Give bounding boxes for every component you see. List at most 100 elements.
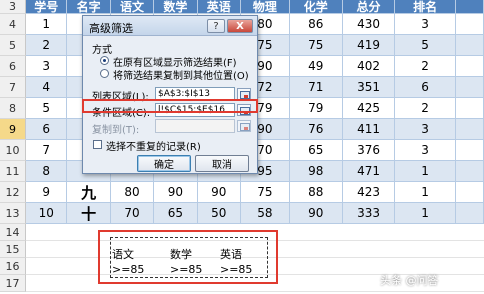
table-cell[interactable]: 3 [395,119,456,140]
table-cell[interactable]: 76 [289,119,343,140]
table-cell[interactable]: 1 [395,161,456,182]
criteria-value-math[interactable]: >=85 [170,263,202,276]
table-cell[interactable]: 十 [67,203,111,224]
radio-in-place[interactable] [100,56,109,65]
table-cell[interactable]: 2 [395,56,456,77]
row-header[interactable]: 17 [0,275,26,292]
column-header[interactable]: 总分 [342,0,396,14]
table-cell[interactable]: 86 [289,14,343,35]
row-header[interactable]: 10 [0,140,26,161]
table-cell[interactable]: 2 [26,35,68,56]
table-cell[interactable]: 75 [240,182,290,203]
column-header[interactable]: 名字 [67,0,111,14]
row-number: 8 [9,101,16,115]
table-cell[interactable]: 4 [26,77,68,98]
table-cell[interactable]: 90 [197,182,241,203]
column-header[interactable]: 语文 [110,0,155,14]
table-cell[interactable]: 402 [342,56,396,77]
table-cell[interactable]: 333 [342,203,396,224]
table-cell[interactable]: 1 [395,182,456,203]
row-header[interactable]: 16 [0,258,26,275]
row-header[interactable]: 9 [0,119,26,140]
row-number: 12 [5,185,20,199]
table-cell[interactable]: 471 [342,161,396,182]
table-cell[interactable]: 65 [154,203,198,224]
table-cell[interactable]: 425 [342,98,396,119]
column-header[interactable]: 学号 [26,0,68,14]
copy-to-input[interactable] [155,119,235,133]
table-cell[interactable]: 79 [289,98,343,119]
table-cell[interactable]: 1 [395,203,456,224]
row-header[interactable]: 13 [0,203,26,224]
row-header[interactable]: 5 [0,35,26,56]
row-header[interactable]: 11 [0,161,26,182]
row-header[interactable]: 7 [0,77,26,98]
table-cell[interactable]: 1 [26,14,68,35]
ok-button[interactable]: 确定 [137,155,191,172]
table-cell[interactable]: 376 [342,140,396,161]
copy-to-label: 复制到(T): [92,125,140,136]
criteria-header-chinese[interactable]: 语文 [112,246,134,262]
column-header[interactable]: 英语 [197,0,241,14]
table-cell[interactable]: 90 [154,182,198,203]
table-cell[interactable]: 98 [289,161,343,182]
unique-records-label[interactable]: 选择不重复的记录(R) [106,138,201,153]
table-cell-overflow [455,77,484,98]
column-header[interactable]: 排名 [395,0,456,14]
table-cell[interactable]: 九 [67,182,111,203]
radio-copy-to[interactable] [100,69,109,78]
close-button[interactable]: X [227,19,253,33]
row-header[interactable]: 14 [0,224,26,241]
table-cell[interactable]: 5 [395,35,456,56]
unique-records-checkbox[interactable] [93,140,102,149]
table-cell[interactable]: 411 [342,119,396,140]
row-header[interactable]: 8 [0,98,26,119]
table-cell[interactable]: 49 [289,56,343,77]
criteria-value-english[interactable]: >=85 [220,263,252,276]
range-picker-icon[interactable] [237,120,251,132]
row-header[interactable]: 6 [0,56,26,77]
row-header[interactable]: 15 [0,241,26,258]
table-cell[interactable]: 65 [289,140,343,161]
row-header[interactable]: 12 [0,182,26,203]
table-cell[interactable]: 3 [395,14,456,35]
table-cell[interactable]: 430 [342,14,396,35]
row-header[interactable]: 4 [0,14,26,35]
radio-copy-to-label[interactable]: 将筛选结果复制到其他位置(O) [113,67,249,82]
column-header[interactable]: 物理 [240,0,290,14]
row-header-3[interactable]: 3 [0,0,26,14]
table-cell[interactable]: 70 [110,203,155,224]
table-cell[interactable]: 58 [240,203,290,224]
table-cell[interactable]: 5 [26,98,68,119]
table-cell[interactable]: 419 [342,35,396,56]
table-cell[interactable]: 88 [289,182,343,203]
criteria-header-english[interactable]: 英语 [220,246,242,262]
table-cell-overflow [455,14,484,35]
table-cell[interactable]: 6 [395,77,456,98]
table-cell[interactable]: 3 [26,56,68,77]
table-cell-overflow [455,119,484,140]
column-header[interactable]: 化学 [289,0,343,14]
table-cell[interactable]: 10 [26,203,68,224]
table-cell[interactable]: 7 [26,140,68,161]
table-cell[interactable]: 80 [110,182,155,203]
table-cell[interactable]: 50 [197,203,241,224]
table-cell[interactable]: 9 [26,182,68,203]
table-cell-overflow [455,182,484,203]
table-cell[interactable]: 71 [289,77,343,98]
criteria-header-math[interactable]: 数学 [170,246,192,262]
cancel-button[interactable]: 取消 [195,155,249,172]
table-cell[interactable]: 90 [289,203,343,224]
help-button[interactable]: ? [207,19,225,33]
table-cell-overflow [455,98,484,119]
table-cell[interactable]: 75 [289,35,343,56]
column-header[interactable]: 数学 [154,0,198,14]
table-cell[interactable]: 2 [395,98,456,119]
table-cell[interactable]: 8 [26,161,68,182]
table-cell[interactable]: 351 [342,77,396,98]
table-cell[interactable]: 6 [26,119,68,140]
table-cell[interactable]: 423 [342,182,396,203]
criteria-value-chinese[interactable]: >=85 [112,263,144,276]
table-cell[interactable]: 3 [395,140,456,161]
dialog-title-bar[interactable]: 高级筛选 ? X [83,16,257,36]
